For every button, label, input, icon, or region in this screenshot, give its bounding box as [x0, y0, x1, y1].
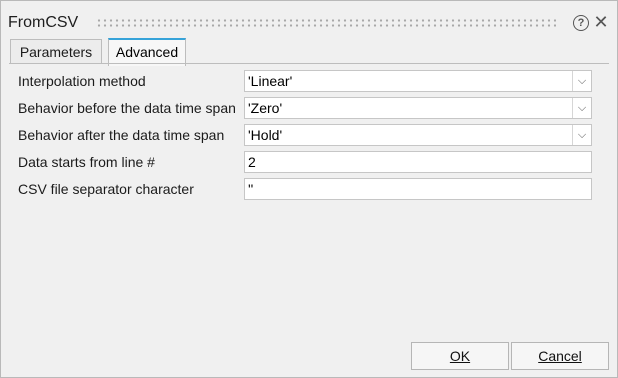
start-line-input[interactable]: 2	[244, 151, 592, 173]
separator-row: CSV file separator character ''	[9, 178, 609, 200]
interpolation-select[interactable]: 'Linear' ⌵	[244, 70, 592, 92]
title-bar[interactable]: FromCSV ? ✕	[1, 1, 617, 35]
interpolation-label: Interpolation method	[18, 73, 146, 89]
after-span-row: Behavior after the data time span 'Hold'…	[9, 124, 609, 146]
cancel-button[interactable]: Cancel	[511, 342, 609, 370]
chevron-down-icon[interactable]: ⌵	[572, 98, 591, 118]
after-span-select[interactable]: 'Hold' ⌵	[244, 124, 592, 146]
before-span-select[interactable]: 'Zero' ⌵	[244, 97, 592, 119]
drag-grip[interactable]	[96, 18, 556, 28]
chevron-down-icon[interactable]: ⌵	[572, 71, 591, 91]
chevron-down-icon[interactable]: ⌵	[572, 125, 591, 145]
after-span-value: 'Hold'	[248, 127, 283, 143]
start-line-label: Data starts from line #	[18, 154, 155, 170]
separator-input[interactable]: ''	[244, 178, 592, 200]
ok-button[interactable]: OK	[411, 342, 509, 370]
interpolation-row: Interpolation method 'Linear' ⌵	[9, 70, 609, 92]
close-icon[interactable]: ✕	[593, 12, 609, 32]
before-span-row: Behavior before the data time span 'Zero…	[9, 97, 609, 119]
interpolation-value: 'Linear'	[248, 73, 293, 89]
before-span-label: Behavior before the data time span	[18, 100, 236, 116]
window-title: FromCSV	[8, 14, 79, 31]
separator-label: CSV file separator character	[18, 181, 194, 197]
before-span-value: 'Zero'	[248, 100, 283, 116]
tab-parameters[interactable]: Parameters	[10, 39, 102, 64]
tab-advanced[interactable]: Advanced	[108, 38, 186, 66]
cancel-button-label: Cancel	[538, 348, 582, 364]
dialog-window: FromCSV ? ✕ Parameters Advanced Interpol…	[0, 0, 618, 378]
after-span-label: Behavior after the data time span	[18, 127, 225, 143]
advanced-panel: Interpolation method 'Linear' ⌵ Behavior…	[9, 63, 609, 330]
ok-button-label: OK	[449, 348, 471, 364]
separator-value: ''	[248, 181, 254, 197]
start-line-value: 2	[248, 154, 256, 170]
help-icon[interactable]: ?	[573, 15, 589, 31]
start-line-row: Data starts from line # 2	[9, 151, 609, 173]
